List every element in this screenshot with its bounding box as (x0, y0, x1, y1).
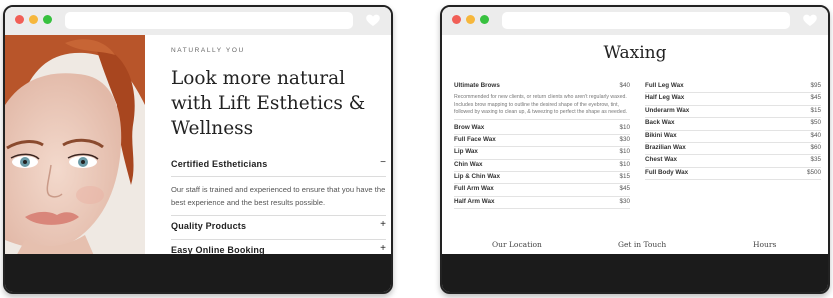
service-row: Brow Wax $10 (454, 123, 630, 135)
services-column-left: Ultimate Brows $40 Recommended for new c… (454, 81, 630, 210)
heart-icon[interactable] (365, 12, 381, 28)
maximize-dot-icon[interactable] (480, 15, 489, 24)
service-name: Full Face Wax (454, 135, 496, 143)
minimize-dot-icon[interactable] (29, 15, 38, 24)
service-price: $30 (619, 197, 630, 205)
service-price: $50 (810, 119, 821, 127)
service-row: Full Face Wax $30 (454, 135, 630, 148)
service-row: Bikini Wax $40 (645, 131, 821, 143)
service-name: Brazilian Wax (645, 143, 686, 151)
service-description: Recommended for new clients, or return c… (454, 94, 630, 120)
collapse-icon[interactable]: − (380, 157, 386, 168)
divider (171, 176, 386, 177)
footer-link-hours[interactable]: Hours (753, 240, 776, 249)
service-row: Full Arm Wax $45 (454, 184, 630, 197)
service-name: Lip Wax (454, 148, 478, 156)
service-price: $15 (619, 173, 630, 181)
browser-window-right: Waxing Ultimate Brows $40 Recommended fo… (440, 5, 830, 294)
eyebrow-text: NATURALLY YOU (171, 47, 245, 54)
dark-footer-bar (5, 254, 391, 292)
service-name: Chin Wax (454, 160, 483, 168)
service-price: $60 (810, 143, 821, 151)
service-name: Back Wax (645, 119, 675, 127)
service-row: Lip Wax $10 (454, 147, 630, 160)
section-title: Waxing (603, 43, 667, 63)
service-name: Chest Wax (645, 156, 677, 164)
service-name: Full Arm Wax (454, 185, 494, 193)
service-price: $15 (810, 106, 821, 114)
close-dot-icon[interactable] (452, 15, 461, 24)
heart-icon[interactable] (802, 12, 818, 28)
service-name: Full Leg Wax (645, 82, 684, 89)
service-price: $10 (619, 123, 630, 131)
service-price: $45 (619, 185, 630, 193)
service-price: $30 (619, 135, 630, 143)
intro-section: NATURALLY YOU Look more natural with Lif… (171, 35, 386, 258)
service-price: $95 (810, 82, 821, 89)
accordion-title-certified[interactable]: Certified Estheticians (171, 159, 267, 169)
service-row: Ultimate Brows $40 (454, 81, 630, 92)
divider (171, 239, 386, 240)
service-price: $10 (619, 148, 630, 156)
service-name: Full Body Wax (645, 168, 689, 176)
service-row: Lip & Chin Wax $15 (454, 172, 630, 185)
accordion-body-certified: Our staff is trained and experienced to … (171, 185, 386, 207)
service-row: Full Body Wax $500 (645, 168, 821, 181)
footer-link-contact[interactable]: Get in Touch (618, 240, 666, 249)
maximize-dot-icon[interactable] (43, 15, 52, 24)
minimize-dot-icon[interactable] (466, 15, 475, 24)
expand-icon[interactable]: + (380, 243, 386, 254)
browser-toolbar (442, 7, 828, 35)
service-row: Full Leg Wax $95 (645, 81, 821, 94)
footer-links: Our Location Get in Touch Hours (442, 240, 828, 254)
service-name: Ultimate Brows (454, 82, 500, 89)
dark-footer-bar (442, 254, 828, 292)
service-row: Half Arm Wax $30 (454, 197, 630, 210)
service-row: Underarm Wax $15 (645, 106, 821, 119)
service-price: $500 (806, 168, 821, 176)
divider (171, 215, 386, 216)
service-price: $40 (810, 131, 821, 139)
service-name: Bikini Wax (645, 131, 677, 139)
close-dot-icon[interactable] (15, 15, 24, 24)
footer-link-location[interactable]: Our Location (492, 240, 542, 249)
service-price: $10 (619, 160, 630, 168)
address-bar[interactable] (65, 12, 353, 29)
service-name: Underarm Wax (645, 106, 690, 114)
service-row: Back Wax $50 (645, 118, 821, 131)
service-name: Lip & Chin Wax (454, 173, 500, 181)
service-row: Chest Wax $35 (645, 155, 821, 168)
address-bar[interactable] (502, 12, 790, 29)
service-price: $35 (810, 156, 821, 164)
service-name: Half Arm Wax (454, 197, 495, 205)
expand-icon[interactable]: + (380, 219, 386, 230)
services-column-right: Full Leg Wax $95 Half Leg Wax $45 Underarm W… (645, 81, 821, 181)
service-name: Brow Wax (454, 123, 485, 131)
model-portrait-image (5, 35, 145, 258)
service-price: $45 (810, 94, 821, 102)
page-title: Look more natural with Lift Esthetics & … (171, 68, 366, 139)
service-row: Brazilian Wax $60 (645, 143, 821, 156)
service-row: Half Leg Wax $45 (645, 93, 821, 106)
service-name: Half Leg Wax (645, 94, 685, 102)
service-price: $40 (619, 82, 630, 89)
browser-toolbar (5, 7, 391, 35)
browser-window-left: NATURALLY YOU Look more natural with Lif… (3, 5, 393, 294)
service-row: Chin Wax $10 (454, 160, 630, 173)
accordion-title-quality[interactable]: Quality Products (171, 221, 246, 231)
